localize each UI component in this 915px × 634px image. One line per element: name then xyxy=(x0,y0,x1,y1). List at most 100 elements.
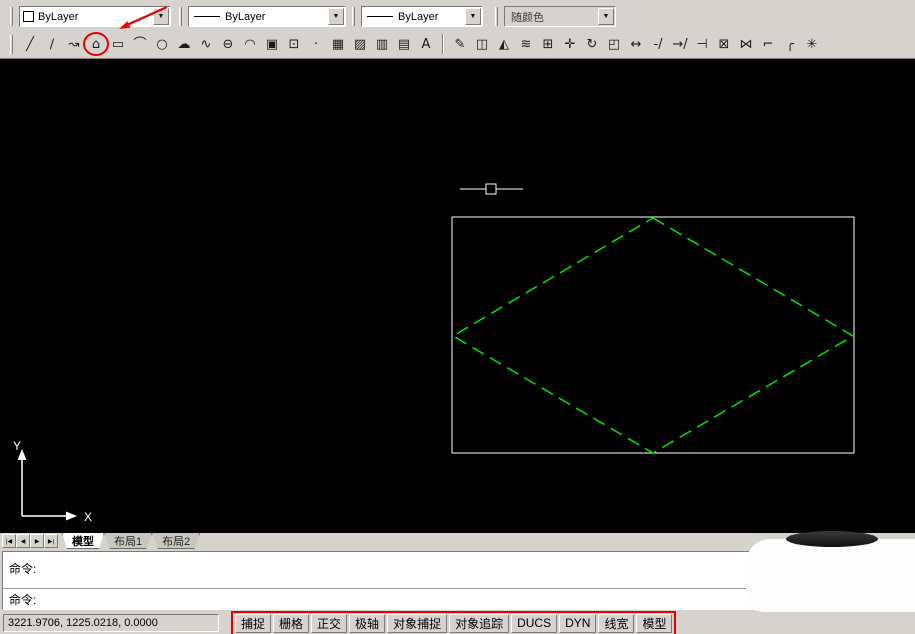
region-icon: ▥ xyxy=(376,38,388,51)
grid-toggle[interactable]: 栅格 xyxy=(273,614,309,633)
watermark-blob xyxy=(746,539,915,612)
ellipse-button[interactable]: ⊖ xyxy=(217,33,239,55)
rectangle-button[interactable]: ▭ xyxy=(107,33,129,55)
offset-button[interactable]: ≋ xyxy=(515,33,537,55)
polyline-button[interactable]: ↝ xyxy=(63,33,85,55)
hatch-button[interactable]: ▦ xyxy=(327,33,349,55)
tab-nav-next-button[interactable]: ▶ xyxy=(30,534,44,548)
snap-toggle[interactable]: 捕捉 xyxy=(235,614,271,633)
erase-button[interactable]: ✎ xyxy=(449,33,471,55)
watermark-ellipse xyxy=(786,531,878,547)
line-button[interactable]: ╱ xyxy=(19,33,41,55)
insert-block-button[interactable]: ▣ xyxy=(261,33,283,55)
extend-button[interactable]: →/ xyxy=(669,33,691,55)
polygon-button[interactable]: ⌂ xyxy=(85,33,107,55)
drawn-rhombus[interactable] xyxy=(453,218,853,453)
trim-button[interactable]: -/ xyxy=(647,33,669,55)
gradient-button[interactable]: ▨ xyxy=(349,33,371,55)
join-button[interactable]: ⋈ xyxy=(735,33,757,55)
canvas-graphics: Y X xyxy=(0,59,915,533)
rectangle-icon: ▭ xyxy=(112,38,124,51)
join-icon: ⋈ xyxy=(740,38,753,51)
fillet-button[interactable]: ╭ xyxy=(779,33,801,55)
mirror-button[interactable]: ◭ xyxy=(493,33,515,55)
region-button[interactable]: ▥ xyxy=(371,33,393,55)
lineweight-dropdown[interactable]: ByLayer ▼ xyxy=(361,6,483,27)
toolbar-grip[interactable] xyxy=(10,7,13,26)
stretch-button[interactable]: ↔ xyxy=(625,33,647,55)
stretch-icon: ↔ xyxy=(631,38,642,51)
chamfer-icon: ⌐ xyxy=(763,38,774,51)
scale-button[interactable]: ◰ xyxy=(603,33,625,55)
status-bar: 3221.9706, 1225.0218, 0.0000 捕捉 栅格 正交 极轴… xyxy=(0,612,915,634)
polyline-icon: ↝ xyxy=(69,38,80,51)
chevron-down-icon[interactable]: ▼ xyxy=(328,8,344,25)
dyn-toggle[interactable]: DYN xyxy=(559,614,596,633)
table-icon: ▤ xyxy=(398,38,410,51)
drawn-rectangle[interactable] xyxy=(452,217,854,453)
ellipse-icon: ⊖ xyxy=(223,38,234,51)
move-icon: ✛ xyxy=(565,38,576,51)
array-button[interactable]: ⊞ xyxy=(537,33,559,55)
rotate-button[interactable]: ↻ xyxy=(581,33,603,55)
toolbar-separator xyxy=(442,34,444,54)
tab-nav-first-button[interactable]: |◀ xyxy=(2,534,16,548)
lineweight-toggle[interactable]: 线宽 xyxy=(598,614,634,633)
move-button[interactable]: ✛ xyxy=(559,33,581,55)
properties-toolbar: ByLayer ▼ ByLayer ▼ ByLayer ▼ 随颜色 ▼ xyxy=(0,3,915,30)
revision-cloud-button[interactable]: ☁ xyxy=(173,33,195,55)
make-block-button[interactable]: ⊡ xyxy=(283,33,305,55)
plot-style-dropdown[interactable]: 随颜色 ▼ xyxy=(504,6,616,27)
toolbar-grip[interactable] xyxy=(352,7,355,26)
autocad-window: ByLayer ▼ ByLayer ▼ ByLayer ▼ 随颜色 ▼ ╱∕ ↝ ⌂… xyxy=(0,0,915,634)
coordinate-readout: 3221.9706, 1225.0218, 0.0000 xyxy=(3,614,219,632)
color-dropdown[interactable]: ByLayer ▼ xyxy=(19,6,171,27)
chevron-down-icon[interactable]: ▼ xyxy=(598,8,614,25)
ducs-toggle[interactable]: DUCS xyxy=(511,614,557,633)
spline-button[interactable]: ∿ xyxy=(195,33,217,55)
table-button[interactable]: ▤ xyxy=(393,33,415,55)
break-button[interactable]: ⊠ xyxy=(713,33,735,55)
array-icon: ⊞ xyxy=(543,38,554,51)
offset-icon: ≋ xyxy=(521,38,532,51)
tab-layout1[interactable]: 布局1 xyxy=(104,533,152,549)
chamfer-button[interactable]: ⌐ xyxy=(757,33,779,55)
ortho-toggle[interactable]: 正交 xyxy=(311,614,347,633)
construction-line-button[interactable]: ∕ xyxy=(41,33,63,55)
break-at-point-button[interactable]: ⊣ xyxy=(691,33,713,55)
hatch-icon: ▦ xyxy=(332,38,344,51)
ucs-icon: Y X xyxy=(13,439,92,524)
mirror-icon: ◭ xyxy=(499,38,509,51)
circle-button[interactable]: ○ xyxy=(151,33,173,55)
crosshair-cursor xyxy=(460,184,523,194)
tab-nav-prev-button[interactable]: ◀ xyxy=(16,534,30,548)
toolbar-grip[interactable] xyxy=(179,7,182,26)
osnap-toggle[interactable]: 对象捕捉 xyxy=(387,614,447,633)
chevron-down-icon[interactable]: ▼ xyxy=(153,8,169,25)
tab-nav-last-button[interactable]: ▶| xyxy=(44,534,58,548)
toolbar-grip[interactable] xyxy=(10,35,13,54)
ellipse-arc-button[interactable]: ◠ xyxy=(239,33,261,55)
chevron-down-icon[interactable]: ▼ xyxy=(465,8,481,25)
explode-button[interactable]: ✳ xyxy=(801,33,823,55)
trim-icon: -/ xyxy=(653,38,662,51)
extend-icon: →/ xyxy=(672,38,687,51)
multiline-text-button[interactable]: A xyxy=(415,33,437,55)
status-toggle-group-annotation-box: 捕捉 栅格 正交 极轴 对象捕捉 对象追踪 DUCS DYN 线宽 模型 xyxy=(231,611,676,634)
polar-toggle[interactable]: 极轴 xyxy=(349,614,385,633)
tab-layout2[interactable]: 布局2 xyxy=(152,533,200,549)
arc-icon: ⌒ xyxy=(133,38,146,51)
model-toggle[interactable]: 模型 xyxy=(636,614,672,633)
copy-button[interactable]: ◫ xyxy=(471,33,493,55)
spline-icon: ∿ xyxy=(201,38,212,51)
toolbar-grip[interactable] xyxy=(495,7,498,26)
lineweight-value: ByLayer xyxy=(398,11,465,23)
tab-model[interactable]: 模型 xyxy=(62,533,104,549)
point-button[interactable]: · xyxy=(305,33,327,55)
modify-toolbar: ✎◫ ◭ ≋ ⊞ ✛ ↻◰ ↔ -/ →/ ⊣⊠ ⋈ ⌐ ╭✳ xyxy=(449,33,823,55)
arc-button[interactable]: ⌒ xyxy=(129,33,151,55)
plot-style-value: 随颜色 xyxy=(508,9,598,25)
otrack-toggle[interactable]: 对象追踪 xyxy=(449,614,509,633)
drawing-canvas[interactable]: Y X xyxy=(0,59,915,533)
linetype-dropdown[interactable]: ByLayer ▼ xyxy=(188,6,346,27)
